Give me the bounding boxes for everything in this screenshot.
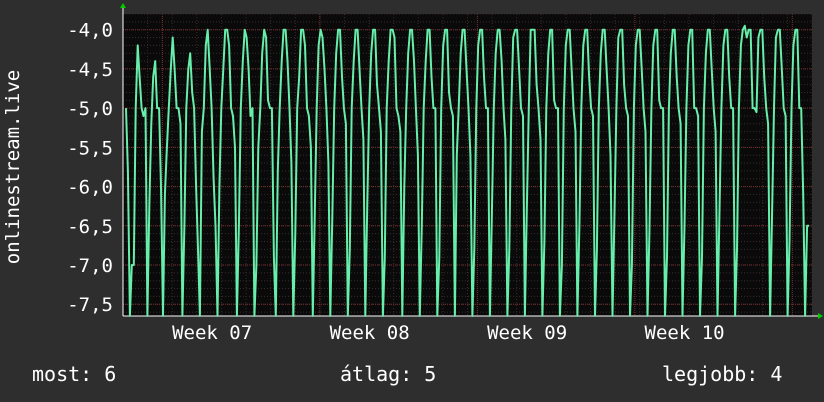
y-axis-title: onlinestream.live — [2, 70, 24, 264]
y-tick-label: -4,0 — [67, 20, 113, 42]
y-tick-label: -7,0 — [67, 255, 113, 277]
legend-best-label: legjobb: — [662, 362, 759, 386]
legend-current: most: 6 — [32, 362, 116, 386]
y-axis-arrow-icon — [120, 3, 126, 8]
line-chart: -4,0 -4,5 -5,0 -5,5 -6,0 -6,5 -7,0 -7,5 Week 07 W… — [2, 3, 823, 344]
x-axis-arrow-icon — [818, 313, 823, 319]
y-tick-label: -4,5 — [67, 59, 113, 81]
legend-average-label: átlag: — [340, 362, 413, 386]
legend-best-value: 4 — [770, 362, 783, 386]
legend-current-value: 6 — [104, 362, 117, 386]
legend-current-label: most: — [32, 362, 93, 386]
legend-average-value: 5 — [424, 362, 437, 386]
y-tick-label: -7,5 — [67, 294, 113, 316]
x-tick-label: Week 10 — [645, 322, 725, 344]
y-tick-label: -5,5 — [67, 137, 113, 159]
legend-best: legjobb: 4 — [662, 362, 782, 386]
x-tick-label: Week 09 — [487, 322, 567, 344]
y-tick-label: -6,5 — [67, 216, 113, 238]
legend-average: átlag: 5 — [340, 362, 436, 386]
x-tick-label: Week 07 — [172, 322, 252, 344]
y-tick-label: -5,0 — [67, 98, 113, 120]
chart-panel: -4,0 -4,5 -5,0 -5,5 -6,0 -6,5 -7,0 -7,5 Week 07 W… — [0, 0, 824, 402]
y-tick-label: -6,0 — [67, 177, 113, 199]
x-tick-label: Week 08 — [330, 322, 410, 344]
